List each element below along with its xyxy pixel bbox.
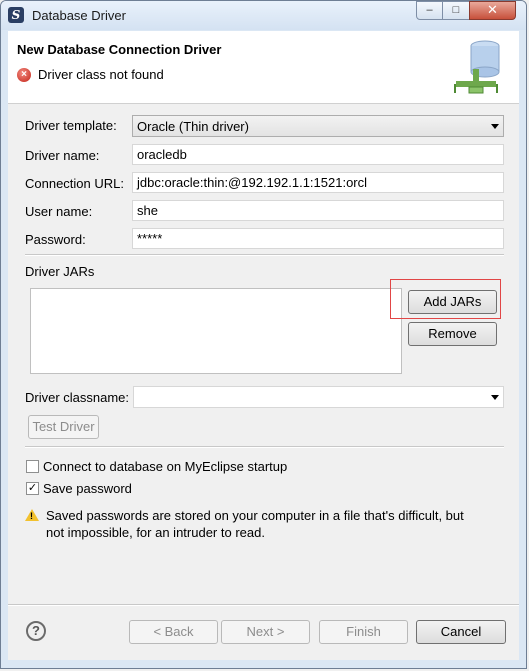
driver-name-label: Driver name: — [25, 148, 100, 163]
driver-classname-select[interactable] — [133, 386, 504, 408]
driver-jars-label: Driver JARs — [25, 264, 95, 279]
warning-text-line1: Saved passwords are stored on your compu… — [46, 508, 464, 523]
user-name-input[interactable]: she — [132, 200, 504, 221]
driver-template-label: Driver template: — [25, 118, 117, 133]
maximize-button[interactable]: □ — [442, 1, 470, 20]
error-message: Driver class not found — [38, 67, 164, 82]
password-input[interactable]: ***** — [132, 228, 504, 249]
driver-template-value: Oracle (Thin driver) — [137, 119, 249, 134]
divider — [8, 604, 519, 606]
error-icon: × — [17, 68, 31, 82]
connection-url-label: Connection URL: — [25, 176, 124, 191]
warning-text-line2: not impossible, for an intruder to read. — [46, 525, 265, 540]
cancel-button[interactable]: Cancel — [416, 620, 506, 644]
dialog-content: Driver template: Oracle (Thin driver) Dr… — [8, 104, 519, 660]
password-label: Password: — [25, 232, 86, 247]
chevron-down-icon — [491, 395, 499, 400]
next-button[interactable]: Next > — [221, 620, 310, 644]
warning-icon: ! — [25, 509, 39, 521]
driver-classname-label: Driver classname: — [25, 390, 130, 405]
connect-on-startup-checkbox[interactable] — [26, 460, 39, 473]
window-title: Database Driver — [32, 8, 126, 23]
save-password-label[interactable]: Save password — [43, 481, 132, 496]
driver-template-select[interactable]: Oracle (Thin driver) — [132, 115, 504, 137]
user-name-label: User name: — [25, 204, 93, 219]
driver-name-input[interactable]: oracledb — [132, 144, 504, 165]
close-button[interactable]: ✕ — [469, 1, 516, 20]
driver-jars-list[interactable] — [30, 288, 402, 374]
page-title: New Database Connection Driver — [17, 42, 222, 57]
help-icon[interactable]: ? — [26, 621, 46, 641]
divider — [25, 254, 504, 256]
wizard-header: New Database Connection Driver × Driver … — [8, 31, 519, 104]
finish-button[interactable]: Finish — [319, 620, 408, 644]
remove-button[interactable]: Remove — [408, 322, 497, 346]
connection-url-input[interactable]: jdbc:oracle:thin:@192.192.1.1:1521:orcl — [132, 172, 504, 193]
add-jars-button[interactable]: Add JARs — [408, 290, 497, 314]
save-password-checkbox[interactable]: ✓ — [26, 482, 39, 495]
chevron-down-icon — [491, 124, 499, 129]
divider — [25, 446, 504, 448]
app-icon: S — [8, 7, 24, 23]
database-icon — [451, 39, 509, 97]
back-button[interactable]: < Back — [129, 620, 218, 644]
test-driver-button[interactable]: Test Driver — [28, 415, 99, 439]
minimize-button[interactable]: – — [416, 1, 443, 20]
connect-on-startup-label[interactable]: Connect to database on MyEclipse startup — [43, 459, 287, 474]
